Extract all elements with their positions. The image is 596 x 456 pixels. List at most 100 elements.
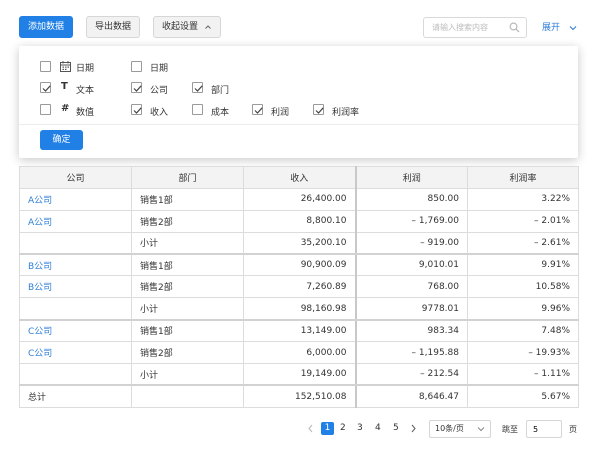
calendar-icon — [60, 61, 71, 72]
profit-cell: – 1,195.88 — [355, 341, 468, 365]
company-cell — [19, 231, 132, 256]
field-checkbox-cost[interactable] — [192, 104, 203, 115]
field-checkbox-number-type[interactable] — [40, 104, 51, 115]
field-label-revenue: 收入 — [150, 108, 169, 118]
department-cell — [131, 384, 244, 408]
profit-cell: – 919.00 — [355, 231, 468, 256]
subtotal-label: 小计 — [131, 363, 244, 387]
collapse-settings-label: 收起设置 — [162, 22, 199, 32]
revenue-cell: 13,149.00 — [243, 319, 357, 343]
check-icon — [254, 107, 263, 114]
check-icon — [133, 107, 142, 114]
confirm-button[interactable]: 确定 — [40, 130, 83, 150]
company-cell — [19, 297, 132, 321]
profit-cell: 9,010.01 — [355, 253, 468, 277]
revenue-cell: 7,260.89 — [243, 275, 357, 299]
field-label-margin: 利润率 — [332, 108, 360, 118]
profit-cell: – 1,769.00 — [355, 209, 468, 233]
profit-cell: 8,646.47 — [355, 384, 468, 408]
header-department: 部门 — [131, 166, 244, 189]
page-unit-label: 页 — [569, 425, 577, 434]
header-profit: 利润 — [355, 166, 468, 189]
expand-toggle[interactable]: 展开 — [542, 20, 577, 33]
field-checkbox-margin[interactable] — [313, 104, 324, 115]
revenue-cell: 26,400.00 — [243, 187, 357, 211]
export-data-button[interactable]: 导出数据 — [86, 16, 141, 38]
company-cell[interactable]: A公司 — [19, 209, 132, 233]
check-icon — [133, 85, 142, 92]
department-cell: 销售1部 — [131, 319, 244, 343]
margin-cell: – 2.01% — [467, 209, 579, 233]
next-page-icon[interactable] — [410, 424, 417, 433]
page-3-button[interactable]: 3 — [357, 423, 363, 433]
field-checkbox-profit[interactable] — [252, 104, 263, 115]
field-checkbox-company[interactable] — [131, 82, 142, 93]
field-checkbox-text-type[interactable] — [40, 82, 51, 93]
page-size-value: 10条/页 — [435, 424, 464, 433]
table-header-row: 公司 部门 收入 利润 利润率 — [19, 166, 579, 189]
department-cell: 销售2部 — [131, 209, 244, 233]
page-2-button[interactable]: 2 — [340, 423, 346, 433]
department-cell: 销售1部 — [131, 253, 244, 277]
panel-divider — [19, 124, 578, 125]
department-cell: 销售2部 — [131, 275, 244, 299]
revenue-cell: 6,000.00 — [243, 341, 357, 365]
table-row: B公司 销售1部 90,900.09 9,010.01 9.91% — [19, 253, 579, 277]
company-cell[interactable]: A公司 — [19, 187, 132, 211]
prev-page-icon[interactable] — [307, 424, 314, 433]
chevron-down-icon — [477, 427, 485, 432]
profit-cell: 768.00 — [355, 275, 468, 299]
field-label-date: 日期 — [150, 64, 169, 74]
search-input[interactable] — [430, 18, 510, 36]
search-icon[interactable] — [509, 22, 520, 33]
chevron-down-icon — [569, 25, 577, 30]
table-row: C公司 销售1部 13,149.00 983.34 7.48% — [19, 319, 579, 343]
company-cell[interactable]: B公司 — [19, 275, 132, 299]
add-data-button[interactable]: 添加数据 — [19, 16, 74, 38]
total-row: 总计 152,510.08 8,646.47 5.67% — [19, 384, 579, 408]
collapse-settings-button[interactable]: 收起设置 — [153, 16, 221, 38]
field-checkbox-department[interactable] — [192, 82, 203, 93]
margin-cell: 9.91% — [467, 253, 579, 277]
page-size-select[interactable]: 10条/页 — [429, 420, 491, 438]
goto-page-input[interactable] — [526, 420, 562, 438]
revenue-cell: 152,510.08 — [243, 384, 357, 408]
revenue-cell: 35,200.10 — [243, 231, 357, 256]
margin-cell: – 1.11% — [467, 363, 579, 387]
search-box[interactable] — [423, 17, 527, 38]
field-label-profit: 利润 — [271, 108, 290, 118]
margin-cell: – 2.61% — [467, 231, 579, 256]
company-cell[interactable]: B公司 — [19, 253, 132, 277]
company-cell[interactable]: C公司 — [19, 319, 132, 343]
field-label-cost: 成本 — [211, 108, 230, 118]
department-cell: 销售2部 — [131, 341, 244, 365]
profit-cell: 850.00 — [355, 187, 468, 211]
revenue-cell: 19,149.00 — [243, 363, 357, 387]
page-1-button[interactable]: 1 — [321, 422, 334, 435]
table-row: A公司 销售2部 8,800.10 – 1,769.00 – 2.01% — [19, 209, 579, 233]
margin-cell: 9.96% — [467, 297, 579, 321]
company-cell — [19, 363, 132, 387]
field-checkbox-date-type[interactable] — [40, 61, 51, 72]
page-4-button[interactable]: 4 — [375, 423, 381, 433]
revenue-cell: 98,160.98 — [243, 297, 357, 321]
field-checkbox-revenue[interactable] — [131, 104, 142, 115]
report-table: 公司 部门 收入 利润 利润率 A公司 销售1部 26,400.00 850.0… — [19, 166, 579, 408]
chevron-up-icon — [205, 24, 211, 29]
total-label: 总计 — [19, 384, 132, 408]
text-type-icon: T — [61, 81, 68, 92]
profit-cell: – 212.54 — [355, 363, 468, 387]
subtotal-row: 小计 35,200.10 – 919.00 – 2.61% — [19, 231, 579, 256]
table-row: B公司 销售2部 7,260.89 768.00 10.58% — [19, 275, 579, 299]
page-5-button[interactable]: 5 — [393, 423, 399, 433]
profit-cell: 9778.01 — [355, 297, 468, 321]
subtotal-row: 小计 19,149.00 – 212.54 – 1.11% — [19, 363, 579, 387]
field-checkbox-date[interactable] — [131, 61, 142, 72]
subtotal-label: 小计 — [131, 297, 244, 321]
expand-label: 展开 — [542, 23, 561, 33]
number-type-icon: # — [61, 103, 70, 114]
header-margin: 利润率 — [467, 166, 579, 189]
margin-cell: 10.58% — [467, 275, 579, 299]
company-cell[interactable]: C公司 — [19, 341, 132, 365]
field-label-department: 部门 — [211, 86, 230, 96]
